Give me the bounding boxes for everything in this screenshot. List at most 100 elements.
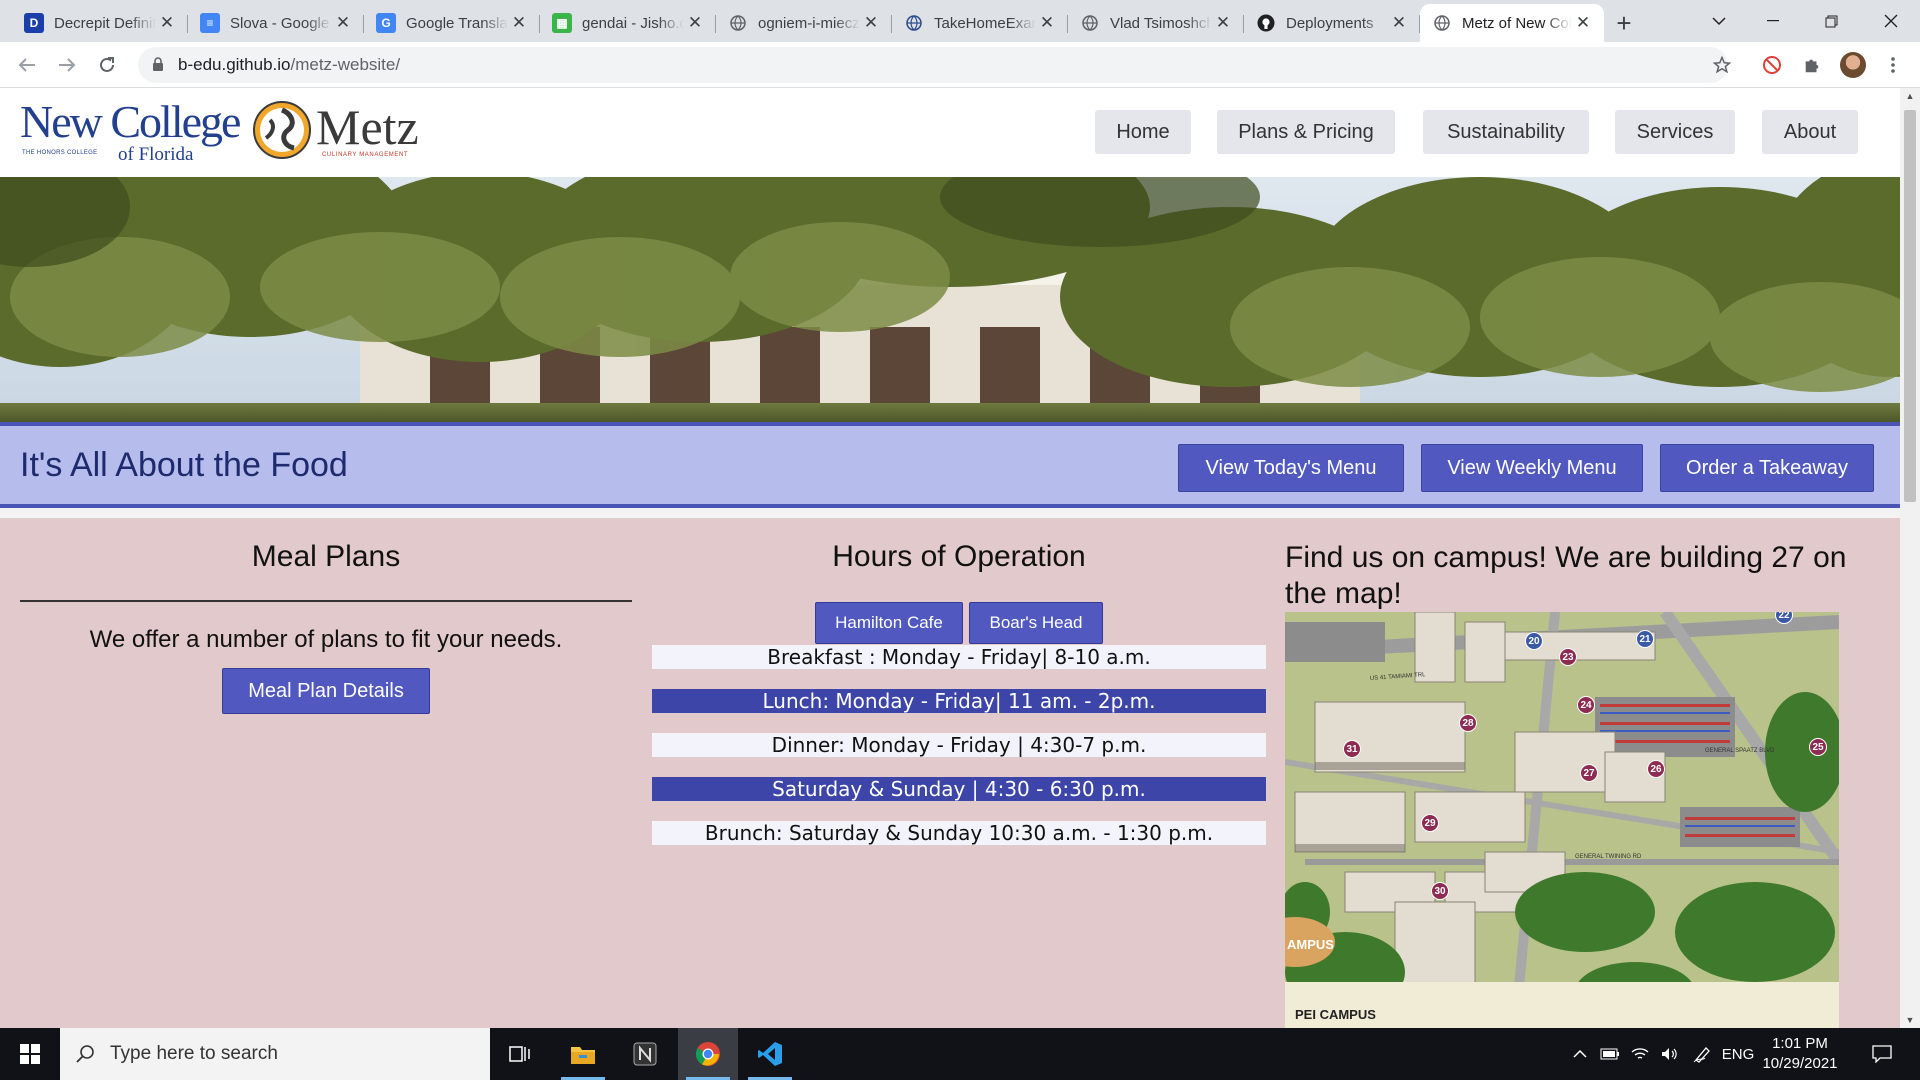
page-viewport: New College THE HONORS COLLEGE of Florid… [0,88,1900,1028]
chrome-icon[interactable] [678,1028,738,1080]
bookmark-star-icon[interactable] [1707,50,1737,80]
system-clock[interactable]: 1:01 PM 10/29/2021 [1752,1034,1848,1074]
reload-icon[interactable] [92,50,122,80]
boars-head-button[interactable]: Boar's Head [969,602,1103,644]
hours-row-weekend: Saturday & Sunday | 4:30 - 6:30 p.m. [652,777,1266,801]
map-pin-20[interactable]: 20 [1525,632,1543,650]
minimize-button[interactable] [1744,0,1802,42]
food-banner: It's All About the Food View Today's Men… [0,422,1900,508]
browser-tab[interactable]: Deployments ✕ [1244,4,1420,42]
nav-sustainability[interactable]: Sustainability [1423,110,1589,154]
map-pin-27[interactable]: 27 [1580,764,1598,782]
hours-row-brunch: Brunch: Saturday & Sunday 10:30 a.m. - 1… [652,821,1266,845]
tab-title: Decrepit Definition [54,14,156,32]
nav-about[interactable]: About [1762,110,1858,154]
metz-logo[interactable]: Metz CULINARY MANAGEMENT [252,98,447,164]
tab-close-icon[interactable]: ✕ [156,13,178,33]
task-view-icon[interactable] [490,1028,550,1080]
browser-tab[interactable]: ogniem-i-mieczem✕ [716,4,892,42]
new-tab-button[interactable]: + [1604,4,1644,42]
map-pin-23[interactable]: 23 [1559,648,1577,666]
tab-close-icon[interactable]: ✕ [508,13,530,33]
site-header: New College THE HONORS COLLEGE of Florid… [0,88,1900,177]
nav-services[interactable]: Services [1615,110,1735,154]
order-takeaway-button[interactable]: Order a Takeaway [1660,444,1874,492]
tab-title: Metz of New College [1462,14,1572,32]
close-window-button[interactable] [1862,0,1920,42]
clock-time: 1:01 PM [1772,1035,1828,1052]
notion-icon[interactable] [615,1028,675,1080]
tab-favicon-icon [728,13,748,33]
extensions-puzzle-icon[interactable] [1797,50,1827,80]
hours-title: Hours of Operation [832,540,1086,573]
nav-home[interactable]: Home [1095,110,1191,154]
browser-tab[interactable]: TakeHomeExam ✕ [892,4,1068,42]
file-explorer-icon[interactable] [553,1028,613,1080]
tab-title: Google Translate [406,14,508,32]
restore-button[interactable] [1802,0,1860,42]
scroll-down-arrow-icon[interactable]: ▼ [1900,1012,1920,1028]
tray-overflow-chevron-icon[interactable] [1566,1028,1594,1080]
tab-search-icon[interactable] [1690,0,1748,42]
browser-tab[interactable]: ≡ Slova - Google Docs✕ [188,4,364,42]
vscode-icon[interactable] [740,1028,800,1080]
browser-tab[interactable]: Vlad Tsimoshchenko✕ [1068,4,1244,42]
tab-title: ogniem-i-mieczem [758,14,860,32]
language-indicator[interactable]: ENG [1720,1028,1756,1080]
battery-icon[interactable] [1596,1028,1624,1080]
banner-title: It's All About the Food [20,446,348,484]
tab-close-icon[interactable]: ✕ [684,13,706,33]
meal-plan-details-button[interactable]: Meal Plan Details [222,668,430,714]
tab-favicon-icon: G [376,13,396,33]
map-pin-31[interactable]: 31 [1343,740,1361,758]
menu-kebab-icon[interactable] [1878,50,1908,80]
lock-icon[interactable] [152,57,164,71]
forward-icon[interactable] [52,50,82,80]
tab-close-icon[interactable]: ✕ [332,13,354,33]
map-pin-24[interactable]: 24 [1577,696,1595,714]
new-college-logo[interactable]: New College THE HONORS COLLEGE of Florid… [20,99,241,166]
address-bar[interactable]: b-edu.github.io/metz-website/ [138,47,1728,83]
map-pin-21[interactable]: 21 [1636,630,1654,648]
browser-tab[interactable]: D Decrepit Definition✕ [12,4,188,42]
map-pin-26[interactable]: 26 [1647,760,1665,778]
nav-plans-pricing[interactable]: Plans & Pricing [1217,110,1395,154]
scrollbar-thumb[interactable] [1904,110,1916,502]
wifi-icon[interactable] [1626,1028,1654,1080]
profile-avatar[interactable] [1838,50,1868,80]
hours-row-breakfast: Breakfast : Monday - Friday| 8-10 a.m. [652,645,1266,669]
map-pin-25[interactable]: 25 [1809,738,1827,756]
tab-close-icon[interactable]: ✕ [860,13,882,33]
browser-tab[interactable]: ▦ gendai - Jisho.org✕ [540,4,716,42]
map-pin-30[interactable]: 30 [1431,882,1449,900]
tab-close-icon[interactable]: ✕ [1572,13,1594,33]
page-scrollbar[interactable]: ▲ ▼ [1900,88,1920,1028]
tab-close-icon[interactable]: ✕ [1212,13,1234,33]
campus-map[interactable]: AMPUS US 41 TAMIAMI TRL GENERAL SPAATZ B… [1285,612,1839,1028]
hamilton-cafe-button[interactable]: Hamilton Cafe [815,602,963,644]
tab-close-icon[interactable]: ✕ [1388,13,1410,33]
tab-list: DDecrepit Definition✕≡Slova - Google Doc… [0,0,1604,42]
meal-plans-text: We offer a number of plans to fit your n… [89,626,563,653]
tab-title: Slova - Google Docs [230,14,332,32]
browser-tab[interactable]: G Google Translate✕ [364,4,540,42]
view-weekly-menu-button[interactable]: View Weekly Menu [1421,444,1643,492]
hero-image [0,177,1900,423]
metz-emblem-icon [253,101,311,159]
tab-title: gendai - Jisho.org [582,14,684,32]
browser-tab[interactable]: Metz of New College✕ [1420,4,1604,42]
browser-toolbar: b-edu.github.io/metz-website/ [0,42,1920,88]
back-icon[interactable] [12,50,42,80]
view-todays-menu-button[interactable]: View Today's Menu [1178,444,1404,492]
ncf-logo-sub: THE HONORS COLLEGE [22,150,98,156]
map-pin-28[interactable]: 28 [1459,714,1477,732]
tab-close-icon[interactable]: ✕ [1036,13,1058,33]
pen-ink-icon[interactable] [1688,1028,1718,1080]
windows-start-icon[interactable] [0,1028,60,1080]
scroll-up-arrow-icon[interactable]: ▲ [1900,88,1920,104]
taskbar-search-input[interactable]: Type here to search [60,1028,490,1080]
extension-blocker-icon[interactable] [1757,50,1787,80]
notifications-icon[interactable] [1862,1028,1902,1080]
map-pin-29[interactable]: 29 [1421,814,1439,832]
volume-icon[interactable] [1656,1028,1684,1080]
